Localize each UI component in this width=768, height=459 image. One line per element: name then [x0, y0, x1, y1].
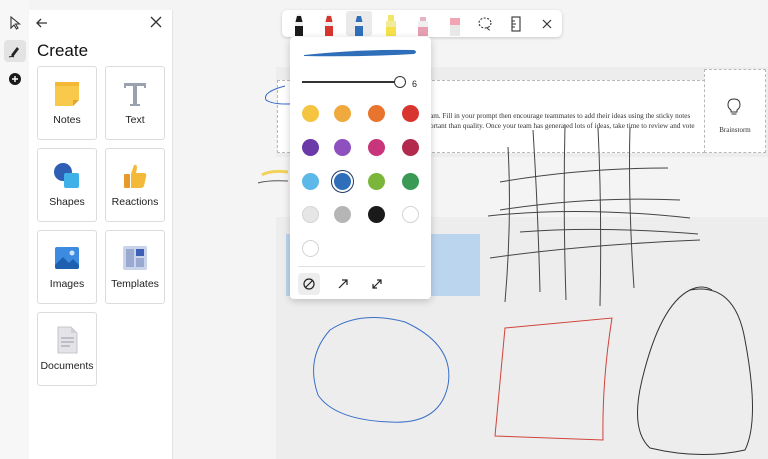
pen-blue-icon	[355, 14, 363, 36]
color-swatch[interactable]	[334, 206, 351, 223]
color-swatch[interactable]	[302, 105, 319, 122]
color-swatch[interactable]	[368, 105, 385, 122]
ink-black-shape	[637, 288, 753, 455]
popup-divider	[298, 266, 425, 267]
color-swatch[interactable]	[368, 173, 385, 190]
color-swatch[interactable]	[402, 173, 419, 190]
pen-red-icon	[325, 14, 333, 36]
color-swatch[interactable]	[302, 206, 319, 223]
highlighter-yellow-icon	[386, 15, 396, 36]
pen-black-icon	[295, 14, 303, 36]
color-swatch[interactable]	[302, 139, 319, 156]
eraser-button[interactable]	[442, 11, 468, 36]
color-swatch[interactable]	[302, 240, 319, 257]
pen-red-button[interactable]	[316, 11, 342, 36]
color-swatch[interactable]	[334, 139, 351, 156]
highlighter-yellow-button[interactable]	[378, 11, 404, 36]
color-swatch[interactable]	[368, 206, 385, 223]
ruler-button[interactable]	[503, 11, 529, 36]
ink-red-square	[494, 317, 613, 441]
highlighter-pink-button[interactable]	[410, 11, 436, 36]
ink-stroke-yellow	[261, 169, 289, 177]
close-toolbar-button[interactable]	[534, 11, 560, 36]
tip-arrow-both-button[interactable]	[366, 273, 388, 295]
thickness-slider-thumb[interactable]	[394, 76, 406, 88]
pen-settings-popup: 6	[290, 37, 431, 299]
ink-grid	[487, 124, 701, 307]
color-swatch[interactable]	[368, 139, 385, 156]
ink-toolbar	[282, 10, 562, 37]
eraser-icon	[450, 18, 460, 36]
color-swatch[interactable]	[334, 173, 351, 190]
tip-arrow-end-button[interactable]	[332, 273, 354, 295]
pen-blue-button[interactable]	[346, 11, 372, 36]
no-arrow-icon	[303, 278, 315, 290]
color-swatch[interactable]	[402, 105, 419, 122]
color-swatch[interactable]	[334, 105, 351, 122]
close-icon	[542, 19, 552, 28]
arrow-both-icon	[372, 279, 382, 289]
thickness-value: 6	[412, 79, 418, 89]
highlighter-pink-icon	[418, 17, 428, 36]
color-swatch[interactable]	[302, 173, 319, 190]
color-swatch[interactable]	[402, 139, 419, 156]
tip-none-button[interactable]	[298, 273, 320, 295]
thickness-slider-track[interactable]	[302, 81, 400, 83]
ink-stroke-gray	[257, 180, 289, 184]
pen-black-button[interactable]	[286, 11, 312, 36]
ink-blue-circle	[313, 317, 450, 423]
ruler-icon	[511, 15, 521, 32]
arrow-up-right-icon	[338, 279, 348, 289]
color-swatch[interactable]	[402, 206, 419, 223]
lasso-icon	[478, 16, 492, 31]
stroke-preview	[304, 49, 416, 57]
lasso-select-button[interactable]	[472, 11, 498, 36]
